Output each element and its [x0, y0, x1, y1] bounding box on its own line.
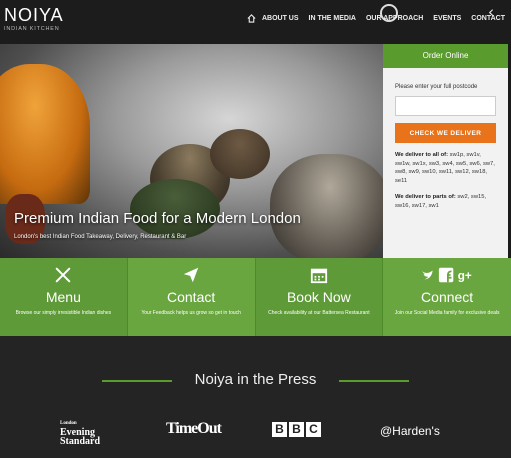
logo-subtitle: INDIAN KITCHEN	[4, 26, 60, 32]
order-online-heading: Order Online	[383, 44, 508, 68]
menu-desc: Browse our simply irresistible Indian di…	[15, 310, 112, 316]
book-now-title: Book Now	[286, 289, 351, 305]
feature-tiles: Menu Browse our simply irresistible Indi…	[0, 258, 511, 336]
social-icons: g+	[421, 267, 472, 283]
menu-title: Menu	[45, 289, 81, 305]
time-out-logo[interactable]: TimeOut	[166, 420, 222, 438]
contact-desc: Your Feedback helps us grow so get in to…	[141, 310, 241, 316]
home-icon[interactable]	[247, 14, 256, 23]
nav-about-us[interactable]: ABOUT US	[262, 15, 299, 22]
book-now-tile[interactable]: Book Now Check availability at our Batte…	[255, 258, 384, 336]
spice-sack-image	[0, 64, 90, 204]
postcode-input[interactable]	[395, 96, 496, 116]
evening-standard-logo[interactable]: London Evening Standard	[60, 419, 116, 447]
svg-text:g+: g+	[458, 270, 472, 283]
nav-events[interactable]: EVENTS	[433, 15, 461, 22]
nav-in-the-media[interactable]: IN THE MEDIA	[309, 15, 356, 22]
press-section: Noiya in the Press London Evening Standa…	[0, 336, 511, 458]
contact-title: Contact	[167, 289, 216, 305]
bbc-logo[interactable]: B B C	[272, 422, 323, 437]
postcode-label: Please enter your full postcode	[395, 84, 478, 90]
paper-plane-icon	[183, 267, 199, 283]
book-now-desc: Check availability at our Battersea Rest…	[268, 310, 370, 316]
hardens-logo[interactable]: @Harden's	[380, 424, 440, 438]
logo-text: NOIYA	[4, 5, 64, 25]
order-online-panel: Order Online Please enter your full post…	[383, 44, 508, 258]
spice-sack-image	[210, 129, 270, 179]
contact-tile[interactable]: Contact Your Feedback helps us grow so g…	[127, 258, 256, 336]
connect-title: Connect	[421, 289, 474, 305]
menu-tile[interactable]: Menu Browse our simply irresistible Indi…	[0, 258, 128, 336]
hero-title: Premium Indian Food for a Modern London	[14, 210, 301, 227]
site-header: NOIYA INDIAN KITCHEN ‹ ABOUT US IN THE M…	[0, 0, 511, 44]
page: NOIYA INDIAN KITCHEN ‹ ABOUT US IN THE M…	[0, 0, 511, 458]
utensils-icon	[56, 267, 71, 283]
delivery-areas-all: We deliver to all of: sw1p, sw1v, sw1w, …	[395, 151, 498, 185]
deliver-all-label: We deliver to all of:	[395, 152, 449, 158]
main-nav: ABOUT US IN THE MEDIA OUR APPROACH EVENT…	[247, 14, 505, 23]
nav-contact[interactable]: CONTACT	[471, 15, 505, 22]
press-divider-right	[339, 380, 409, 382]
connect-tile[interactable]: g+ Connect Join our Social Media family …	[383, 258, 511, 336]
press-title: Noiya in the Press	[194, 371, 317, 388]
logo[interactable]: NOIYA INDIAN KITCHEN	[4, 5, 74, 32]
deliver-parts-label: We deliver to parts of:	[395, 194, 456, 200]
spice-sack-image	[130, 179, 220, 239]
connect-desc: Join our Social Media family for exclusi…	[394, 310, 500, 316]
calendar-icon	[310, 268, 327, 284]
check-we-deliver-button[interactable]: CHECK WE DELIVER	[395, 123, 496, 143]
delivery-areas-parts: We deliver to parts of: sw2, sw15, sw16,…	[395, 193, 498, 210]
hero-subtitle: London's best Indian Food Takeaway, Deli…	[14, 234, 187, 240]
spice-sack-image	[270, 154, 383, 258]
hero-banner: Premium Indian Food for a Modern London …	[0, 44, 383, 258]
nav-our-approach[interactable]: OUR APPROACH	[366, 15, 423, 22]
